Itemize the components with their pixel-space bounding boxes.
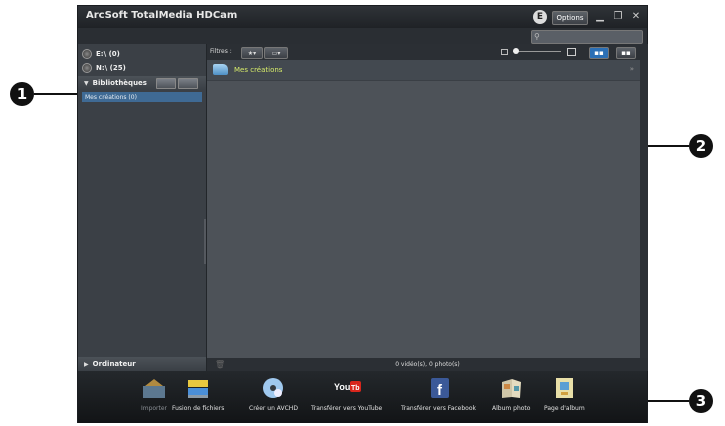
content-area[interactable]: Mes créations » — [207, 60, 640, 358]
options-button[interactable]: Options — [552, 11, 588, 25]
restore-icon[interactable]: ❐ — [611, 9, 625, 23]
splitter-handle[interactable] — [204, 219, 206, 264]
svg-text:You: You — [334, 382, 350, 392]
status-text: 0 vidéo(s), 0 photo(s) — [395, 361, 460, 368]
add-library-button[interactable] — [156, 78, 176, 89]
create-avchd-button[interactable]: Créer un AVCHD — [249, 375, 298, 412]
photo-album-icon — [497, 375, 525, 401]
media-browser: Filtres : ★▾ ▭▾ ▪▪ ▪▪ Mes créations » 🗑 … — [207, 44, 648, 371]
libraries-header[interactable]: ▼ Bibliothèques — [78, 76, 206, 90]
e-button[interactable]: E — [533, 10, 547, 24]
large-thumbnail-icon — [567, 48, 576, 56]
drive-e[interactable]: E:\ (0) — [82, 47, 120, 61]
youtube-upload-button[interactable]: You Tb Transférer vers YouTube — [311, 375, 382, 412]
drive-icon — [82, 49, 92, 59]
facebook-upload-button[interactable]: f Transférer vers Facebook — [401, 375, 476, 412]
import-icon — [140, 375, 168, 401]
bottom-toolbar: Importer Fusion de fichiers Créer un AVC… — [78, 371, 647, 423]
sidebar: E:\ (0) N:\ (25) ▼ Bibliothèques Mes cré… — [78, 44, 207, 371]
callout-3-line — [648, 400, 689, 402]
search-input[interactable]: ⚲ — [531, 30, 643, 44]
status-bar: 🗑 0 vidéo(s), 0 photo(s) — [207, 358, 648, 371]
drive-label: N:\ (25) — [96, 64, 126, 72]
folder-icon — [213, 64, 228, 75]
drive-label: E:\ (0) — [96, 50, 120, 58]
library-item-mes-creations[interactable]: Mes créations (0) — [82, 92, 202, 102]
import-button[interactable]: Importer — [140, 375, 168, 412]
folder-title: Mes créations — [234, 66, 283, 74]
callout-2-line — [648, 145, 689, 147]
thumbnail-size-slider[interactable] — [513, 51, 561, 52]
close-icon[interactable]: ✕ — [629, 9, 643, 23]
callout-2: 2 — [689, 134, 713, 158]
merge-files-icon — [184, 375, 212, 401]
minimize-icon[interactable]: ▁ — [593, 9, 607, 23]
vertical-scrollbar[interactable] — [640, 60, 648, 358]
rating-filter-button[interactable]: ★▾ — [241, 47, 263, 59]
search-row: ⚲ — [78, 28, 647, 44]
youtube-icon: You Tb — [333, 375, 361, 401]
folder-header[interactable]: Mes créations » — [207, 60, 640, 81]
svg-text:Tb: Tb — [351, 385, 360, 392]
disc-icon — [259, 375, 287, 401]
callout-3: 3 — [689, 389, 713, 413]
edit-library-button[interactable] — [178, 78, 198, 89]
drive-n[interactable]: N:\ (25) — [82, 61, 126, 75]
expand-triangle-icon: ▼ — [84, 79, 89, 87]
collapse-icon[interactable]: » — [630, 65, 634, 73]
photo-album-button[interactable]: Album photo — [492, 375, 530, 412]
libraries-label: Bibliothèques — [92, 79, 147, 87]
callout-1: 1 — [10, 82, 34, 106]
collapse-triangle-icon: ▶ — [84, 360, 89, 368]
computer-section[interactable]: ▶ Ordinateur — [78, 357, 206, 371]
facebook-icon: f — [425, 375, 453, 401]
drive-icon — [82, 63, 92, 73]
album-page-button[interactable]: Page d'album — [544, 375, 585, 412]
grid-view-button[interactable]: ▪▪ — [589, 47, 609, 59]
computer-label: Ordinateur — [92, 360, 136, 368]
slider-knob[interactable] — [513, 48, 519, 54]
list-view-button[interactable]: ▪▪ — [616, 47, 636, 59]
app-title: ArcSoft TotalMedia HDCam — [86, 10, 238, 21]
small-thumbnail-icon — [501, 49, 508, 55]
filter-label: Filtres : — [210, 48, 232, 55]
filter-bar: Filtres : ★▾ ▭▾ ▪▪ ▪▪ — [207, 44, 648, 60]
search-icon: ⚲ — [534, 32, 540, 41]
album-page-icon — [550, 375, 578, 401]
app-window: ArcSoft TotalMedia HDCam E Options ▁ ❐ ✕… — [77, 5, 648, 423]
merge-files-button[interactable]: Fusion de fichiers — [172, 375, 224, 412]
media-filter-button[interactable]: ▭▾ — [264, 47, 288, 59]
title-bar: ArcSoft TotalMedia HDCam E Options ▁ ❐ ✕ — [78, 6, 647, 28]
